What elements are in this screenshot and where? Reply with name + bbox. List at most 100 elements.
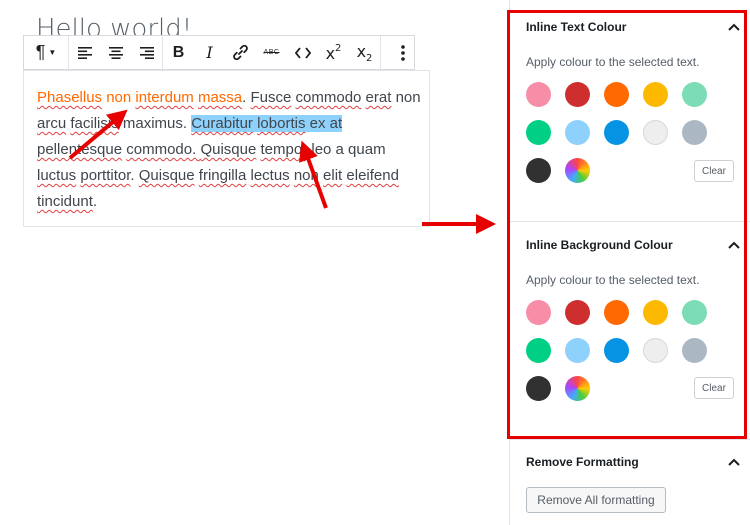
paragraph-icon: ¶: [35, 42, 46, 62]
caret-down-icon: ▼: [48, 48, 57, 57]
strikethrough-button[interactable]: ABC: [256, 36, 287, 69]
word: Phasellus: [37, 89, 103, 106]
formatting-group: B I ABC x2 x2: [163, 36, 381, 69]
highlighted-text: Curabitur lobortis ex at: [191, 115, 343, 132]
background-colour-clear-button[interactable]: Clear: [694, 377, 734, 399]
swatch-dark-gray[interactable]: [526, 376, 551, 401]
paragraph-type-button[interactable]: ¶ ▼: [24, 36, 68, 69]
superscript-icon: x2: [326, 43, 342, 63]
background-colour-panel-title[interactable]: Inline Background Colour: [526, 238, 673, 252]
word: facilisis: [70, 115, 119, 132]
word: erat: [365, 89, 392, 106]
swatch-vivid-green[interactable]: [526, 338, 551, 363]
swatch-dark-gray[interactable]: [526, 158, 551, 183]
superscript-base: x: [325, 43, 336, 63]
swatch-amber[interactable]: [643, 82, 668, 107]
word: commodo: [295, 89, 362, 106]
word: Fusce: [250, 89, 292, 106]
link-button[interactable]: [225, 36, 256, 69]
bold-icon: B: [172, 43, 185, 61]
remove-all-formatting-button[interactable]: Remove All formatting: [526, 487, 666, 513]
swatch-pale-blue[interactable]: [565, 120, 590, 145]
align-left-button[interactable]: [69, 36, 100, 69]
code-icon: [294, 46, 311, 59]
more-options-button[interactable]: [381, 36, 425, 69]
link-icon: [233, 44, 248, 61]
more-options-icon: [401, 44, 405, 61]
word: pellentesque: [37, 141, 123, 158]
swatch-light-green[interactable]: [682, 300, 707, 325]
subscript-base: x: [356, 41, 367, 61]
remove-formatting-panel-title[interactable]: Remove Formatting: [526, 455, 639, 469]
paragraph-block[interactable]: Phasellus non interdum massa. Fusce comm…: [23, 70, 430, 227]
italic-button[interactable]: I: [194, 36, 225, 69]
swatch-vivid-red[interactable]: [565, 300, 590, 325]
word: non: [293, 167, 319, 184]
swatch-vivid-blue[interactable]: [604, 120, 629, 145]
align-right-button[interactable]: [131, 36, 162, 69]
swatch-cyan-gray[interactable]: [682, 120, 707, 145]
swatch-pale-blue[interactable]: [565, 338, 590, 363]
text-run: ex at: [309, 115, 343, 132]
word: lobortis: [257, 115, 306, 132]
settings-sidebar: Inline Text Colour Apply colour to the s…: [509, 0, 750, 525]
panel-divider: [510, 221, 750, 222]
word: eleifend: [346, 167, 399, 184]
word: tempor: [260, 141, 308, 158]
word: luctus: [37, 167, 77, 184]
word: Curabitur: [191, 115, 253, 132]
alignment-group: [69, 36, 163, 69]
chevron-up-icon[interactable]: [728, 240, 740, 250]
subscript-button[interactable]: x2: [349, 36, 380, 69]
word: non: [395, 89, 421, 106]
word: commodo.: [126, 141, 201, 158]
swatch-vivid-blue[interactable]: [604, 338, 629, 363]
panel-divider: [510, 439, 750, 440]
word: tincidunt: [37, 193, 93, 210]
align-center-button[interactable]: [100, 36, 131, 69]
custom-color-picker-icon[interactable]: [565, 158, 590, 183]
swatch-vivid-green[interactable]: [526, 120, 551, 145]
text-colour-clear-button[interactable]: Clear: [694, 160, 734, 182]
word: lectus: [250, 167, 290, 184]
code-button[interactable]: [287, 36, 318, 69]
background-colour-description: Apply colour to the selected text.: [526, 273, 700, 287]
word: arcu: [37, 115, 67, 132]
swatch-pale-pink[interactable]: [526, 300, 551, 325]
word: elit: [323, 167, 343, 184]
align-left-icon: [77, 46, 92, 59]
text-colour-panel-title[interactable]: Inline Text Colour: [526, 20, 626, 34]
paragraph-text[interactable]: Phasellus non interdum massa. Fusce comm…: [37, 85, 421, 215]
word: porttitor: [80, 167, 131, 184]
swatch-orange[interactable]: [604, 300, 629, 325]
subscript-mark: 2: [366, 52, 373, 64]
strikethrough-icon: ABC: [263, 49, 280, 56]
word: Quisque: [138, 167, 195, 184]
swatch-cyan-gray[interactable]: [682, 338, 707, 363]
swatch-light-gray[interactable]: [643, 338, 668, 363]
bold-button[interactable]: B: [163, 36, 194, 69]
text-run: .: [92, 193, 98, 210]
swatch-light-green[interactable]: [682, 82, 707, 107]
swatch-pale-pink[interactable]: [526, 82, 551, 107]
block-type-group: ¶ ▼: [24, 36, 69, 69]
text-run: leo a quam: [311, 141, 386, 158]
swatch-light-gray[interactable]: [643, 120, 668, 145]
word: fringilla: [198, 167, 247, 184]
chevron-up-icon[interactable]: [728, 22, 740, 32]
italic-icon: I: [206, 43, 213, 62]
custom-color-picker-icon[interactable]: [565, 376, 590, 401]
swatch-amber[interactable]: [643, 300, 668, 325]
more-group: [381, 36, 425, 69]
swatch-orange[interactable]: [604, 82, 629, 107]
word: massa: [197, 89, 243, 106]
text-colour-description: Apply colour to the selected text.: [526, 55, 700, 69]
text-run: .: [130, 167, 139, 184]
superscript-button[interactable]: x2: [318, 36, 349, 69]
swatch-vivid-red[interactable]: [565, 82, 590, 107]
block-toolbar: ¶ ▼ B I ABC x2 x2: [23, 35, 415, 70]
align-right-icon: [139, 46, 154, 59]
word: Quisque: [200, 141, 257, 158]
word: interdum: [135, 89, 194, 106]
chevron-up-icon[interactable]: [728, 457, 740, 467]
